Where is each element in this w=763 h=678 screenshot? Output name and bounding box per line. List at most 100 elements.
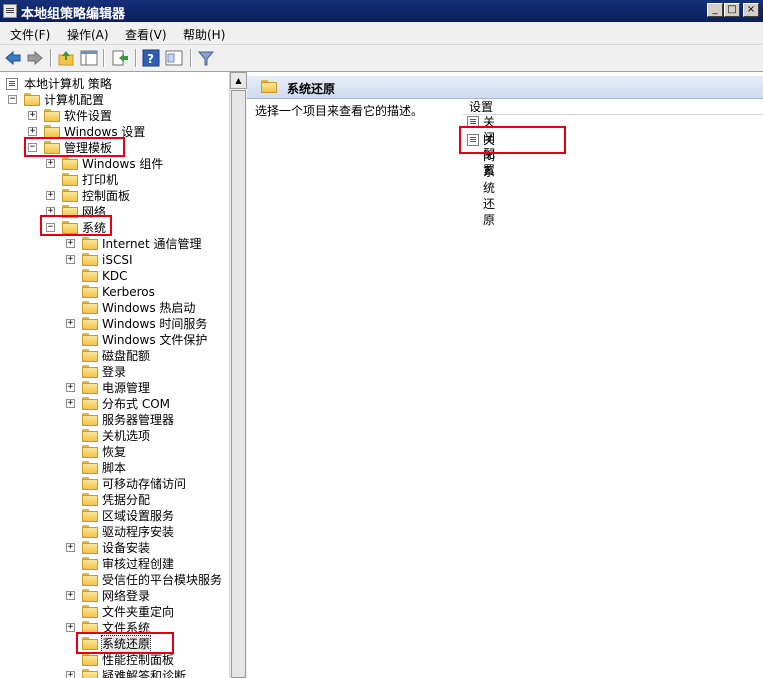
- folder-icon: [82, 669, 98, 678]
- menu-bar: 文件(F) 操作(A) 查看(V) 帮助(H): [0, 22, 763, 45]
- tree-root-label: 本地计算机 策略: [24, 77, 112, 91]
- properties-icon[interactable]: [165, 49, 183, 67]
- folder-icon: [82, 365, 98, 378]
- menu-help[interactable]: 帮助(H): [183, 26, 225, 43]
- toolbar-separator: [135, 49, 137, 67]
- help-icon[interactable]: ?: [142, 49, 160, 67]
- expand-icon[interactable]: +: [46, 159, 55, 168]
- folder-icon: [82, 333, 98, 346]
- tree-label: Kerberos: [102, 285, 155, 299]
- toolbar-separator: [190, 49, 192, 67]
- export-icon[interactable]: [111, 49, 129, 67]
- tree-scrollbar[interactable]: ▲: [229, 72, 247, 678]
- expand-icon[interactable]: +: [66, 623, 75, 632]
- scroll-thumb[interactable]: [231, 90, 246, 678]
- show-tree-icon[interactable]: [80, 49, 98, 67]
- folder-icon: [62, 157, 78, 170]
- close-button[interactable]: ×: [743, 3, 759, 17]
- menu-view[interactable]: 查看(V): [125, 26, 167, 43]
- folder-icon: [82, 445, 98, 458]
- title-bar: 本地组策略编辑器 _ □ ×: [0, 0, 763, 22]
- tree-label: Windows 时间服务: [102, 317, 208, 331]
- tree-label: 服务器管理器: [102, 413, 175, 427]
- tree-label: 控制面板: [82, 189, 131, 203]
- filter-icon[interactable]: [197, 49, 215, 67]
- tree-label: 分布式 COM: [102, 397, 170, 411]
- tree-label: Windows 文件保护: [102, 333, 208, 347]
- tree-label: 凭据分配: [102, 493, 151, 507]
- folder-icon: [82, 525, 98, 538]
- folder-icon: [82, 493, 98, 506]
- tree-label: 关机选项: [102, 429, 151, 443]
- toolbar-separator: [50, 49, 52, 67]
- annotation-box-admin-templates: [24, 137, 125, 157]
- expand-icon[interactable]: +: [66, 591, 75, 600]
- folder-icon: [62, 189, 78, 202]
- expand-icon[interactable]: +: [28, 111, 37, 120]
- folder-icon: [82, 397, 98, 410]
- maximize-button[interactable]: □: [724, 3, 740, 17]
- tree-label: 计算机配置: [44, 93, 105, 107]
- folder-icon: [261, 80, 277, 93]
- toolbar: ?: [0, 45, 763, 72]
- annotation-box-disable-system-restore: [459, 126, 566, 154]
- expand-icon[interactable]: +: [66, 255, 75, 264]
- folder-icon: [82, 509, 98, 522]
- annotation-box-system-restore: [76, 632, 174, 654]
- expand-icon[interactable]: +: [66, 543, 75, 552]
- folder-icon: [82, 381, 98, 394]
- computer-icon: [24, 93, 40, 106]
- policy-root-icon: [6, 78, 18, 90]
- folder-icon: [82, 573, 98, 586]
- folder-icon: [82, 541, 98, 554]
- tree-label: Windows 热启动: [102, 301, 196, 315]
- folder-icon: [82, 605, 98, 618]
- expand-icon[interactable]: +: [66, 671, 75, 678]
- folder-icon: [82, 477, 98, 490]
- expand-icon[interactable]: +: [66, 399, 75, 408]
- expand-icon[interactable]: +: [28, 127, 37, 136]
- scroll-up-arrow-icon[interactable]: ▲: [230, 72, 247, 89]
- folder-icon: [44, 109, 60, 122]
- folder-icon: [82, 589, 98, 602]
- minimize-button[interactable]: _: [707, 3, 723, 17]
- tree-label: 电源管理: [102, 381, 151, 395]
- tree-label: 磁盘配额: [102, 349, 151, 363]
- folder-icon: [82, 301, 98, 314]
- tree-label: 驱动程序安装: [102, 525, 175, 539]
- tree-label: 审核过程创建: [102, 557, 175, 571]
- folder-icon: [82, 429, 98, 442]
- expand-icon[interactable]: +: [66, 319, 75, 328]
- window-title: 本地组策略编辑器: [21, 7, 126, 22]
- up-folder-icon[interactable]: [57, 49, 75, 67]
- forward-icon[interactable]: [26, 49, 44, 67]
- expand-icon[interactable]: +: [66, 239, 75, 248]
- folder-icon: [82, 285, 98, 298]
- console-tree[interactable]: 本地计算机 策略 − 计算机配置 + 软件设置 + Windows 设置 − 管…: [0, 72, 230, 678]
- folder-icon: [82, 237, 98, 250]
- menu-file[interactable]: 文件(F): [10, 26, 50, 43]
- folder-icon: [62, 173, 78, 186]
- tree-label: iSCSI: [102, 253, 133, 267]
- back-icon[interactable]: [4, 49, 22, 67]
- details-title: 系统还原: [287, 82, 336, 96]
- collapse-icon[interactable]: −: [8, 95, 17, 104]
- tree-label: Internet 通信管理: [102, 237, 202, 251]
- annotation-box-system: [40, 215, 112, 236]
- column-header-setting[interactable]: 设置: [463, 96, 763, 115]
- tree-label: Windows 组件: [82, 157, 164, 171]
- expand-icon[interactable]: +: [46, 191, 55, 200]
- column-header-label: 设置: [469, 100, 494, 114]
- tree-label: 受信任的平台模块服务: [102, 573, 223, 587]
- description-text: 选择一个项目来查看它的描述。: [255, 104, 424, 118]
- tree-label: 打印机: [82, 173, 119, 187]
- tree-label: KDC: [102, 269, 128, 283]
- tree-label: 区域设置服务: [102, 509, 175, 523]
- folder-icon: [82, 253, 98, 266]
- tree-label: 可移动存储访问: [102, 477, 187, 491]
- tree-label: 文件夹重定向: [102, 605, 175, 619]
- folder-icon: [82, 317, 98, 330]
- gpedit-app-icon: [3, 4, 17, 18]
- menu-action[interactable]: 操作(A): [67, 26, 109, 43]
- expand-icon[interactable]: +: [66, 383, 75, 392]
